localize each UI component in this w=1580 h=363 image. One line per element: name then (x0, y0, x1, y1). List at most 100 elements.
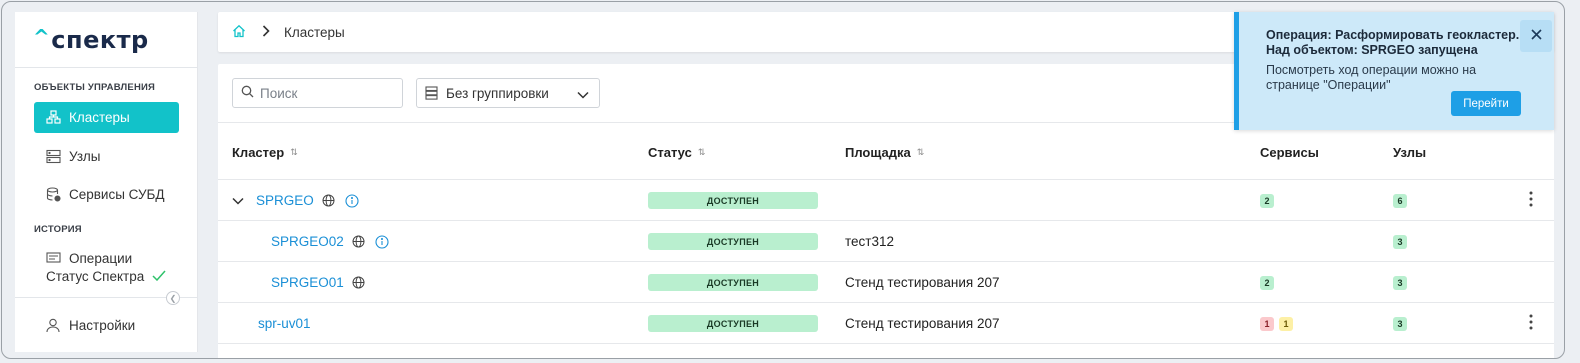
sort-icon: ⇅ (697, 147, 706, 157)
cluster-link[interactable]: SPRGEO (256, 193, 314, 208)
table-row[interactable]: SPRGEO01 ДОСТУПЕН Стенд тестирования 207… (218, 262, 1554, 303)
row-menu-button[interactable] (1529, 303, 1533, 344)
column-label: Статус (648, 145, 692, 160)
sidebar-divider (15, 67, 198, 68)
services-cell: 2 (1260, 262, 1279, 303)
nodes-badge: 3 (1393, 275, 1407, 290)
status-cell: ДОСТУПЕН (648, 221, 818, 262)
column-label: Площадка (845, 145, 911, 160)
info-icon[interactable] (345, 193, 359, 208)
operations-icon (45, 250, 61, 266)
cluster-name-cell: spr-uv01 (258, 303, 311, 344)
column-label: Кластер (232, 145, 285, 160)
sidebar-item-label: Операции (69, 251, 133, 266)
collapse-sidebar-button[interactable]: ❮ (166, 291, 180, 305)
sidebar-item-label: Узлы (69, 149, 101, 164)
app-window: ^спектр ОБЪЕКТЫ УПРАВЛЕНИЯ Кластеры Узлы… (1, 1, 1565, 359)
sidebar: ^спектр ОБЪЕКТЫ УПРАВЛЕНИЯ Кластеры Узлы… (15, 12, 198, 352)
nodes-cell: 3 (1393, 303, 1412, 344)
services-cell: 2 (1260, 180, 1279, 221)
sidebar-item-settings[interactable]: Настройки (34, 310, 179, 341)
column-status[interactable]: Статус ⇅ (648, 145, 705, 160)
column-label: Узлы (1393, 145, 1427, 160)
toast-close-button[interactable] (1520, 20, 1552, 52)
user-icon (45, 318, 61, 334)
services-badge: 2 (1260, 193, 1274, 208)
column-nodes: Узлы (1393, 145, 1426, 160)
site-cell: Стенд тестирования 207 (845, 316, 1000, 331)
clusters-table: Кластер ⇅ Статус ⇅ Площадка ⇅ Сервисы Узлы … (218, 122, 1554, 344)
grouping-icon (425, 86, 438, 100)
grouping-value: Без группировки (446, 85, 549, 101)
toast-title: Операция: Расформировать геокластер. Над… (1266, 28, 1520, 57)
info-icon[interactable] (375, 234, 389, 249)
breadcrumb-current: Кластеры (284, 24, 345, 40)
system-status-label: Статус Спектра (46, 269, 145, 284)
database-icon (45, 187, 61, 203)
chevron-down-icon (577, 87, 589, 102)
table-row[interactable]: spr-uv01 ДОСТУПЕН Стенд тестирования 207… (218, 303, 1554, 344)
grouping-select[interactable]: Без группировки (416, 78, 600, 108)
column-site[interactable]: Площадка ⇅ (845, 145, 924, 160)
table-row[interactable]: SPRGEO02 ДОСТУПЕН тест312 3 (218, 221, 1554, 262)
search-icon (241, 85, 254, 101)
chevron-right-icon (262, 24, 270, 40)
cluster-link[interactable]: SPRGEO01 (271, 275, 344, 290)
cluster-icon (45, 110, 61, 126)
column-cluster[interactable]: Кластер ⇅ (232, 145, 298, 160)
site-cell: тест312 (845, 234, 894, 249)
services-badge: 2 (1260, 275, 1274, 290)
home-icon[interactable] (232, 24, 246, 41)
check-icon (152, 269, 166, 284)
sidebar-item-nodes[interactable]: Узлы (34, 141, 179, 172)
globe-icon (352, 276, 365, 289)
kebab-menu-icon (1529, 191, 1533, 210)
sidebar-item-clusters[interactable]: Кластеры (34, 102, 179, 133)
status-cell: ДОСТУПЕН (648, 303, 818, 344)
system-status[interactable]: Статус Спектра (46, 269, 166, 284)
sort-icon: ⇅ (916, 147, 925, 157)
globe-icon (322, 194, 335, 207)
cluster-name-cell: SPRGEO01 (271, 262, 365, 303)
services-warning-badge: 1 (1279, 316, 1293, 331)
cluster-name-cell: SPRGEO02 (271, 221, 389, 262)
cluster-link[interactable]: SPRGEO02 (271, 234, 344, 249)
status-badge: ДОСТУПЕН (648, 233, 818, 250)
nodes-badge: 3 (1393, 316, 1407, 331)
chevron-down-icon (232, 193, 244, 208)
sort-icon: ⇅ (290, 147, 298, 157)
site-cell: Стенд тестирования 207 (845, 275, 1000, 290)
cluster-name-cell: SPRGEO (256, 180, 359, 221)
sidebar-item-operations[interactable]: Операции (34, 244, 179, 266)
app-logo[interactable]: ^спектр (33, 25, 149, 54)
status-badge: ДОСТУПЕН (648, 192, 818, 209)
nodes-badge: 6 (1393, 193, 1407, 208)
sidebar-item-label: Настройки (69, 318, 136, 333)
table-header: Кластер ⇅ Статус ⇅ Площадка ⇅ Сервисы Узлы (218, 122, 1554, 180)
services-cell: 1 1 (1260, 303, 1298, 344)
server-icon (45, 149, 61, 165)
nodes-badge: 3 (1393, 234, 1407, 249)
toast-go-button[interactable]: Перейти (1451, 91, 1521, 116)
services-error-badge: 1 (1260, 316, 1274, 331)
operation-toast: Операция: Расформировать геокластер. Над… (1234, 12, 1554, 130)
cluster-link[interactable]: spr-uv01 (258, 316, 311, 331)
close-icon (1530, 27, 1542, 45)
status-cell: ДОСТУПЕН (648, 180, 818, 221)
sidebar-item-label: Кластеры (69, 110, 130, 125)
nodes-cell: 3 (1393, 221, 1412, 262)
toast-body: Посмотреть ход операции можно на страниц… (1266, 63, 1477, 92)
status-cell: ДОСТУПЕН (648, 262, 818, 303)
kebab-menu-icon (1529, 314, 1533, 333)
search-input[interactable] (260, 85, 400, 101)
nodes-cell: 3 (1393, 262, 1412, 303)
row-menu-button[interactable] (1529, 180, 1533, 221)
expand-toggle[interactable] (232, 180, 244, 221)
section-title-history: ИСТОРИЯ (34, 224, 82, 235)
nodes-cell: 6 (1393, 180, 1412, 221)
search-field[interactable] (232, 78, 403, 108)
table-row[interactable]: SPRGEO ДОСТУПЕН 2 6 (218, 180, 1554, 221)
status-badge: ДОСТУПЕН (648, 274, 818, 291)
section-title-objects: ОБЪЕКТЫ УПРАВЛЕНИЯ (34, 82, 156, 93)
sidebar-item-dbms-services[interactable]: Сервисы СУБД (34, 179, 179, 210)
